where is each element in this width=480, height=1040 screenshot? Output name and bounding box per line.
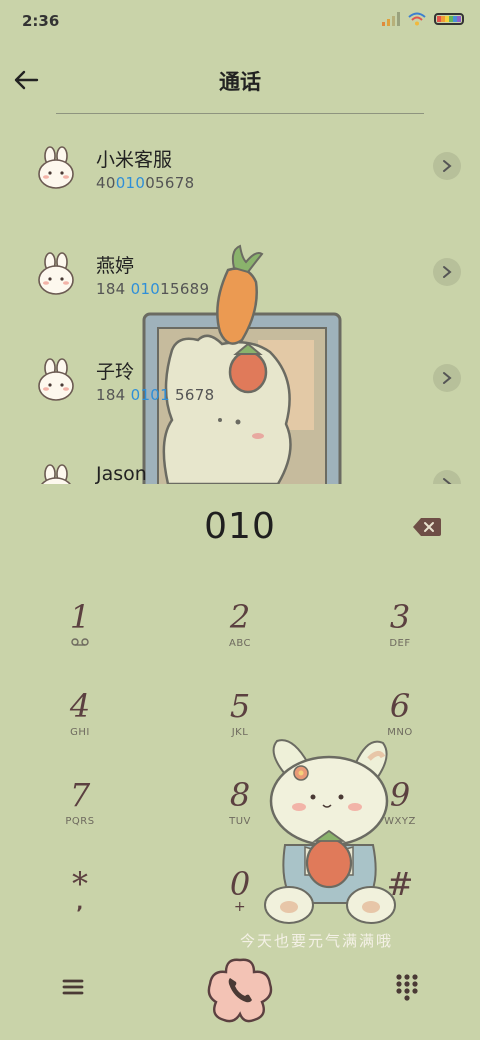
battery-icon	[434, 13, 464, 25]
list-item[interactable]: 燕婷 184 01015689	[0, 220, 480, 326]
key-9[interactable]: 9 WXYZ	[340, 776, 460, 850]
contact-number: 4001005678	[96, 174, 195, 192]
key-hash[interactable]: #	[340, 865, 460, 939]
bunny-avatar-icon	[41, 464, 71, 484]
contact-name: 燕婷	[96, 255, 135, 277]
key-digit: 0	[229, 865, 251, 903]
key-letters: TUV	[229, 816, 251, 827]
status-icons	[382, 12, 464, 26]
chevron-right-icon	[443, 160, 452, 172]
list-item[interactable]: 小米客服 4001005678	[0, 114, 480, 220]
status-time: 2:36	[22, 12, 60, 30]
signal-icon	[382, 12, 400, 26]
key-2[interactable]: 2 ABC	[180, 598, 300, 672]
key-5[interactable]: 5 JKL	[180, 687, 300, 761]
page-title: 通话	[219, 70, 261, 94]
detail-button[interactable]	[433, 152, 461, 180]
key-digit: #	[386, 865, 414, 903]
call-list: 小米客服 4001005678 燕婷 184 01015689 子玲 184 0…	[0, 114, 480, 484]
list-item[interactable]: Jason	[0, 432, 480, 484]
header: 通话	[0, 52, 480, 108]
key-3[interactable]: 3 DEF	[340, 598, 460, 672]
key-digit: 6	[389, 687, 411, 725]
dial-display: 010	[0, 484, 480, 564]
chevron-right-icon	[443, 478, 452, 484]
contact-name: 小米客服	[96, 149, 173, 171]
dialer-screen: 2:36 通话 小米客服 4001005678 燕婷 184 01015689 …	[0, 0, 480, 1040]
status-bar: 2:36	[0, 0, 480, 44]
bottom-bar	[0, 950, 480, 1030]
key-letters: ,	[76, 893, 84, 914]
call-button[interactable]	[204, 954, 276, 1026]
detail-button[interactable]	[433, 258, 461, 286]
key-1[interactable]: 1	[20, 598, 140, 672]
key-0[interactable]: 0 +	[180, 865, 300, 939]
menu-button[interactable]	[58, 972, 88, 1002]
contact-name: Jason	[96, 463, 147, 484]
bunny-avatar-icon	[38, 252, 74, 295]
key-letters: WXYZ	[384, 816, 416, 827]
key-digit: 9	[389, 776, 411, 814]
dialpad-icon	[396, 974, 418, 1001]
key-digit: 4	[69, 687, 91, 725]
key-6[interactable]: 6 MNO	[340, 687, 460, 761]
key-letters: PQRS	[65, 816, 95, 827]
list-item[interactable]: 子玲 184 0101 5678	[0, 326, 480, 432]
chevron-right-icon	[443, 266, 452, 278]
key-digit: 5	[229, 687, 251, 725]
key-letters: +	[233, 899, 247, 915]
key-digit: 3	[389, 598, 411, 636]
chevron-right-icon	[443, 372, 452, 384]
key-star[interactable]: * ,	[20, 865, 140, 939]
key-digit: 7	[69, 776, 91, 814]
key-7[interactable]: 7 PQRS	[20, 776, 140, 850]
key-letters: GHI	[70, 727, 90, 738]
backspace-button[interactable]	[412, 517, 442, 537]
dialed-number: 010	[204, 506, 276, 547]
key-digit: 8	[229, 776, 251, 814]
detail-button[interactable]	[433, 364, 461, 392]
dialpad-toggle-button[interactable]	[392, 972, 422, 1002]
detail-button[interactable]	[433, 470, 461, 484]
menu-icon	[62, 979, 84, 995]
phone-icon	[207, 958, 273, 1023]
key-letters: MNO	[387, 727, 413, 738]
key-letters: JKL	[231, 727, 249, 738]
key-4[interactable]: 4 GHI	[20, 687, 140, 761]
key-digit: 1	[69, 598, 91, 636]
voicemail-icon	[71, 638, 89, 646]
backspace-icon	[413, 518, 441, 536]
contact-number: 184 0101 5678	[96, 386, 215, 404]
key-letters: ABC	[228, 638, 251, 649]
bunny-avatar-icon	[38, 358, 74, 401]
key-letters: DEF	[389, 638, 411, 649]
key-8[interactable]: 8 TUV	[180, 776, 300, 850]
wifi-icon	[408, 12, 426, 26]
contact-number: 184 01015689	[96, 280, 210, 298]
contact-name: 子玲	[96, 361, 135, 383]
bunny-avatar-icon	[38, 146, 74, 189]
key-digit: 2	[229, 598, 251, 636]
